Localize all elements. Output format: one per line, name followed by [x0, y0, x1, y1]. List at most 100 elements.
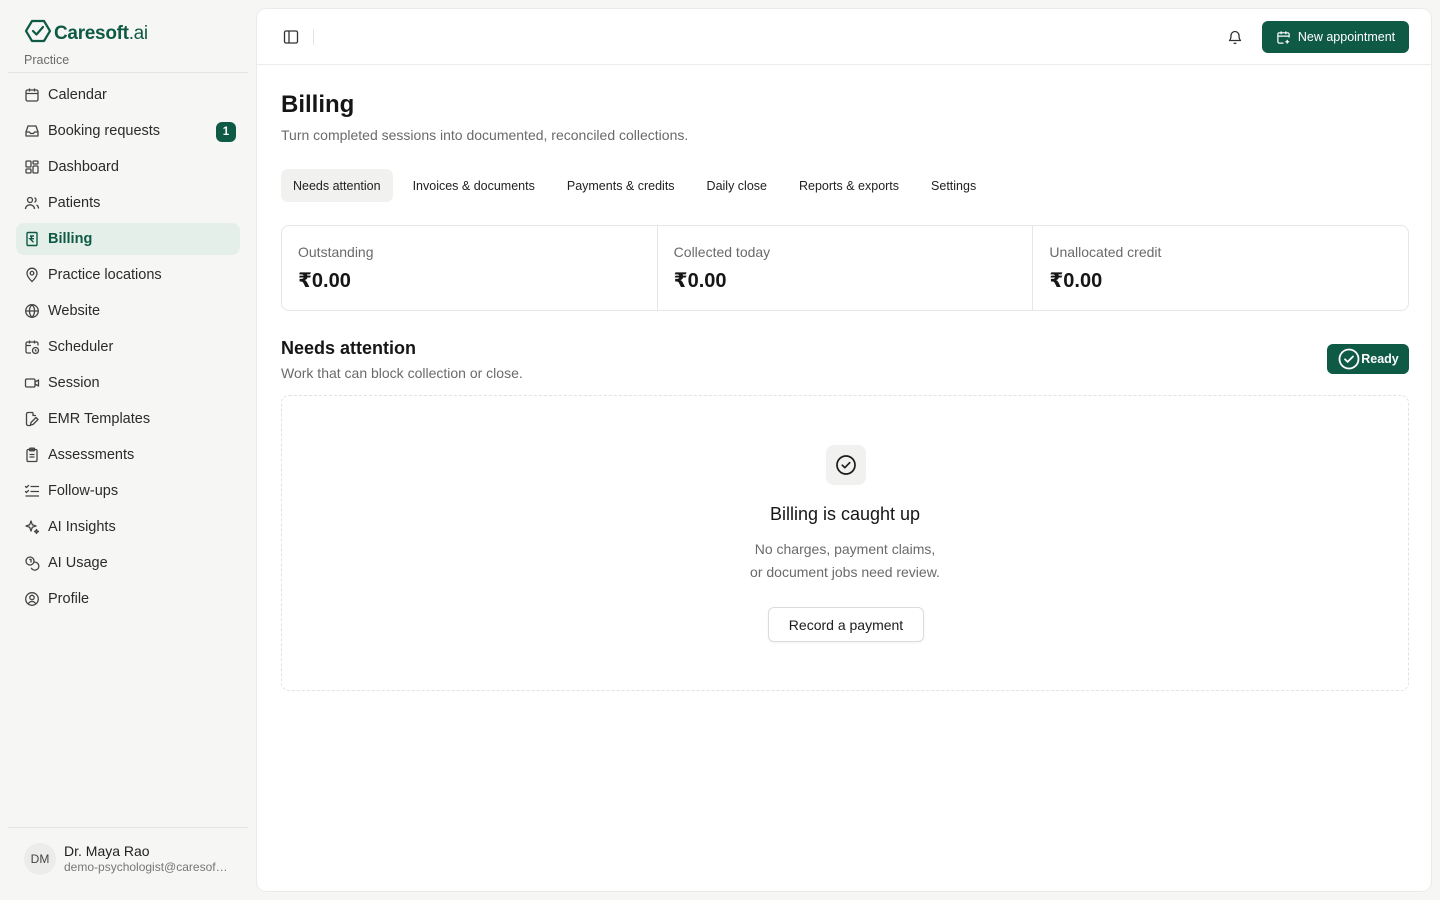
sidebar-item-website[interactable]: Website	[16, 295, 240, 327]
sidebar-item-billing[interactable]: Billing	[16, 223, 240, 255]
sidebar-item-profile[interactable]: Profile	[16, 583, 240, 615]
avatar: DM	[24, 843, 56, 875]
page-subtitle: Turn completed sessions into documented,…	[281, 127, 689, 143]
divider	[313, 29, 314, 45]
sidebar-item-label: Profile	[48, 591, 90, 607]
caresoft-logo-icon	[24, 18, 52, 49]
stat-label: Outstanding	[298, 244, 374, 260]
stat-outstanding: Outstanding ₹0.00	[282, 226, 658, 310]
sidebar-item-follow-ups[interactable]: Follow-ups	[16, 475, 240, 507]
sidebar-item-label: Session	[48, 375, 100, 391]
section-title: Needs attention	[281, 338, 417, 358]
check-circle-icon	[1338, 348, 1360, 370]
globe-icon	[25, 303, 39, 319]
stat-collected-today: Collected today ₹0.00	[658, 226, 1034, 310]
notifications-button[interactable]	[1225, 27, 1245, 47]
video-icon	[24, 378, 40, 388]
map-pin-icon	[26, 267, 38, 283]
count-badge: 1	[216, 122, 236, 142]
divider	[8, 827, 248, 828]
stat-value: ₹0.00	[1049, 270, 1103, 292]
sparkles-icon	[25, 520, 40, 535]
check-circle-icon	[836, 455, 856, 475]
stat-label: Collected today	[673, 244, 771, 260]
sidebar-toggle-button[interactable]	[281, 27, 301, 47]
empty-state-title: Billing is caught up	[769, 504, 921, 524]
sidebar-item-ai-insights[interactable]: AI Insights	[16, 511, 240, 543]
empty-state-line: or document jobs need review.	[750, 564, 940, 580]
status-label: Ready	[1361, 352, 1399, 366]
tab-reports-exports[interactable]: Reports & exports	[787, 169, 911, 202]
page-title: Billing	[281, 91, 355, 118]
sidebar-item-practice-locations[interactable]: Practice locations	[16, 259, 240, 291]
sidebar-item-label: Scheduler	[48, 339, 114, 355]
empty-state: Billing is caught up No charges, payment…	[281, 395, 1409, 691]
brand-name: Caresoft.ai	[54, 22, 148, 44]
sidebar-item-label: AI Usage	[48, 555, 108, 571]
receipt-icon	[26, 231, 38, 247]
sidebar-nav: Calendar Booking requests 1 Dashboard Pa…	[16, 79, 240, 619]
empty-state-icon	[826, 445, 866, 485]
section-subtitle: Work that can block collection or close.	[281, 365, 523, 381]
sidebar-item-ai-usage[interactable]: AI Usage	[16, 547, 240, 579]
empty-state-line: No charges, payment claims,	[754, 541, 936, 557]
new-appointment-button[interactable]: New appointment	[1262, 21, 1409, 53]
user-profile[interactable]: DM Dr. Maya Rao demo-psychologist@careso…	[24, 843, 229, 875]
sidebar-item-label: Calendar	[48, 87, 107, 103]
main-panel: New appointment Billing Turn completed s…	[256, 8, 1432, 892]
stat-value: ₹0.00	[298, 270, 351, 292]
tab-daily-close[interactable]: Daily close	[695, 169, 779, 202]
sidebar-item-booking-requests[interactable]: Booking requests 1	[16, 115, 240, 147]
record-payment-button[interactable]: Record a payment	[768, 607, 924, 642]
sidebar-item-scheduler[interactable]: Scheduler	[16, 331, 240, 363]
clipboard-icon	[26, 447, 38, 463]
sidebar-item-label: EMR Templates	[48, 411, 151, 427]
status-badge: Ready	[1327, 344, 1409, 374]
sidebar-item-label: Booking requests	[48, 123, 161, 139]
sidebar-item-label: Follow-ups	[48, 483, 119, 499]
billing-summary: Outstanding ₹0.00 Collected today ₹0.00 …	[281, 225, 1409, 311]
tab-payments-credits[interactable]: Payments & credits	[555, 169, 687, 202]
tab-needs-attention[interactable]: Needs attention	[281, 169, 393, 202]
sidebar-item-label: Assessments	[48, 447, 135, 463]
sidebar-item-label: Dashboard	[48, 159, 119, 175]
billing-tabs: Needs attention Invoices & documents Pay…	[281, 169, 996, 202]
topbar: New appointment	[257, 9, 1431, 65]
sidebar-item-label: Practice locations	[48, 267, 162, 283]
user-email: demo-psychologist@caresoft.ai	[64, 860, 229, 874]
stat-unallocated-credit: Unallocated credit ₹0.00	[1033, 226, 1408, 310]
brand[interactable]: Caresoft.ai Practice	[24, 18, 148, 67]
new-appointment-label: New appointment	[1297, 30, 1396, 44]
sidebar-item-label: AI Insights	[48, 519, 116, 535]
users-icon	[24, 196, 40, 210]
coins-icon	[25, 556, 40, 571]
sidebar-item-session[interactable]: Session	[16, 367, 240, 399]
dashboard-icon	[25, 160, 39, 174]
sidebar: Caresoft.ai Practice Calendar Booking re…	[0, 0, 256, 900]
panel-left-icon	[283, 30, 299, 44]
user-name: Dr. Maya Rao	[64, 843, 150, 859]
sidebar-item-label: Patients	[48, 195, 101, 211]
sidebar-item-dashboard[interactable]: Dashboard	[16, 151, 240, 183]
tab-settings[interactable]: Settings	[919, 169, 988, 202]
file-edit-icon	[25, 411, 39, 427]
list-checks-icon	[24, 484, 40, 497]
calendar-plus-icon	[1277, 30, 1290, 44]
bell-icon	[1228, 30, 1242, 45]
sidebar-item-calendar[interactable]: Calendar	[16, 79, 240, 111]
sidebar-item-emr-templates[interactable]: EMR Templates	[16, 403, 240, 435]
tab-invoices-documents[interactable]: Invoices & documents	[401, 169, 547, 202]
calendar-clock-icon	[25, 340, 40, 355]
stat-value: ₹0.00	[673, 270, 727, 292]
sidebar-item-label: Website	[48, 303, 101, 319]
calendar-icon	[25, 88, 39, 102]
sidebar-item-label: Billing	[48, 231, 93, 247]
sidebar-item-patients[interactable]: Patients	[16, 187, 240, 219]
sidebar-item-assessments[interactable]: Assessments	[16, 439, 240, 471]
brand-subtitle: Practice	[24, 53, 70, 67]
inbox-icon	[25, 125, 39, 137]
stat-label: Unallocated credit	[1049, 244, 1162, 260]
user-circle-icon	[25, 592, 39, 606]
empty-state-description: No charges, payment claims, or document …	[282, 538, 1408, 584]
divider	[8, 72, 248, 73]
